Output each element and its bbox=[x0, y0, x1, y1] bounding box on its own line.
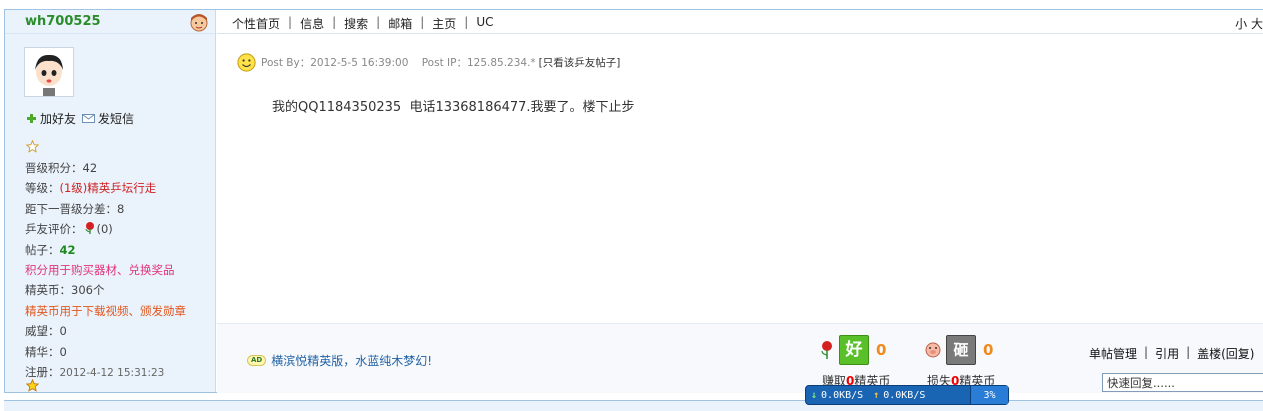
rank-star-icon bbox=[26, 140, 39, 153]
quick-reply-input[interactable] bbox=[1102, 373, 1263, 392]
upload-speed: ↑ 0.0KB/S bbox=[873, 389, 926, 401]
ad-line: AD 横滨悦精英版，水蓝纯木梦幻! bbox=[247, 352, 432, 369]
next-post-edge bbox=[4, 400, 1263, 411]
user-stats: 晋级积分：42 等级：(1级)精英乒坛行走 距下一晋级分差：8 乒友评价： (0)… bbox=[25, 158, 186, 383]
points-note: 积分用于购买器材、兑换奖品 bbox=[25, 263, 175, 278]
only-this-user-link[interactable]: [只看该乒友帖子] bbox=[539, 55, 621, 70]
avatar-image bbox=[25, 48, 73, 96]
nav-search[interactable]: 搜索 bbox=[344, 15, 368, 32]
coins-note: 精英币用于下载视频、颁发勋章 bbox=[25, 303, 186, 318]
coins-row: 精英币：306个 bbox=[25, 283, 105, 298]
nav-uc[interactable]: UC bbox=[476, 15, 493, 32]
user-sidebar: wh700525 加好友 发短信 晋级积分：42 等级：(1级)精英乒坛行走 距… bbox=[5, 10, 216, 392]
rating-row: 乒友评价： (0) bbox=[25, 222, 113, 237]
friend-actions: 加好友 发短信 bbox=[25, 110, 134, 127]
face-icon bbox=[190, 14, 208, 32]
reply-link[interactable]: 盖楼(回复) bbox=[1197, 345, 1254, 362]
ad-badge: AD bbox=[247, 355, 267, 366]
quote-link[interactable]: 引用 bbox=[1155, 345, 1179, 362]
bad-button[interactable]: 砸 bbox=[946, 335, 976, 365]
medal-star-icon bbox=[26, 379, 39, 392]
good-button[interactable]: 好 bbox=[839, 335, 869, 365]
level-row: 等级：(1级)精英乒坛行走 bbox=[25, 181, 157, 196]
post-footer: AD 横滨悦精英版，水蓝纯木梦幻! 好 0 赚取0精英币 砸 0 损失0精英币 … bbox=[217, 323, 1263, 393]
post-content: 我的QQ1184350235 电话13368186477.我要了。楼下止步 bbox=[272, 100, 635, 115]
add-friend-link[interactable]: 加好友 bbox=[40, 110, 76, 127]
font-size-toggle[interactable]: 小 大 bbox=[1235, 15, 1263, 32]
username-link[interactable]: wh700525 bbox=[25, 14, 101, 29]
nav-homepage[interactable]: 主页 bbox=[432, 15, 456, 32]
mail-icon bbox=[82, 114, 96, 123]
network-speed-widget[interactable]: ↓ 0.0KB/S ↑ 0.0KB/S 3% bbox=[805, 385, 1009, 405]
bad-rating[interactable]: 砸 0 bbox=[924, 335, 993, 365]
essence-row: 精华：0 bbox=[25, 344, 67, 359]
download-speed: ↓ 0.0KB/S bbox=[811, 389, 864, 401]
next-level-row: 距下一晋级分差：8 bbox=[25, 201, 125, 216]
send-message-link[interactable]: 发短信 bbox=[98, 110, 134, 127]
upgrade-points-row: 晋级积分：42 bbox=[25, 161, 98, 175]
register-row: 注册：2012-4-12 15:31:23 bbox=[25, 365, 165, 380]
cpu-percent: 3% bbox=[970, 386, 1008, 404]
manage-post-link[interactable]: 单帖管理 bbox=[1089, 345, 1137, 362]
nav-home[interactable]: 个性首页 bbox=[232, 15, 280, 32]
rose-icon bbox=[821, 341, 832, 359]
post-meta: Post By：2012-5-5 16:39:00 Post IP：125.85… bbox=[237, 53, 620, 72]
post-actions: 单帖管理| 引用| 盖楼(回复)| bbox=[1089, 345, 1263, 362]
bad-count: 0 bbox=[983, 341, 994, 359]
avatar[interactable] bbox=[24, 47, 74, 97]
smiley-icon bbox=[237, 53, 256, 72]
rose-icon bbox=[85, 222, 94, 235]
good-rating[interactable]: 好 0 bbox=[819, 335, 886, 365]
nav-info[interactable]: 信息 bbox=[300, 15, 324, 32]
username-bar: wh700525 bbox=[5, 10, 215, 34]
nav-mail[interactable]: 邮箱 bbox=[388, 15, 412, 32]
good-count: 0 bbox=[876, 341, 887, 359]
nav-links: 个性首页 | 信息 | 搜索 | 邮箱 | 主页 | UC bbox=[232, 15, 494, 32]
download-arrow-icon: ↓ bbox=[811, 389, 818, 401]
posts-row: 帖子：42 bbox=[25, 242, 76, 257]
post-topnav: 个性首页 | 信息 | 搜索 | 邮箱 | 主页 | UC 小 大 bbox=[217, 10, 1263, 34]
pig-icon bbox=[925, 342, 941, 358]
post-time-ip: Post By：2012-5-5 16:39:00 Post IP：125.85… bbox=[261, 57, 536, 69]
upload-arrow-icon: ↑ bbox=[873, 389, 880, 401]
prestige-row: 威望：0 bbox=[25, 324, 67, 339]
forum-post: wh700525 加好友 发短信 晋级积分：42 等级：(1级)精英乒坛行走 距… bbox=[4, 9, 1263, 393]
add-friend-icon bbox=[27, 114, 36, 123]
ad-link[interactable]: 横滨悦精英版，水蓝纯木梦幻! bbox=[271, 352, 432, 369]
